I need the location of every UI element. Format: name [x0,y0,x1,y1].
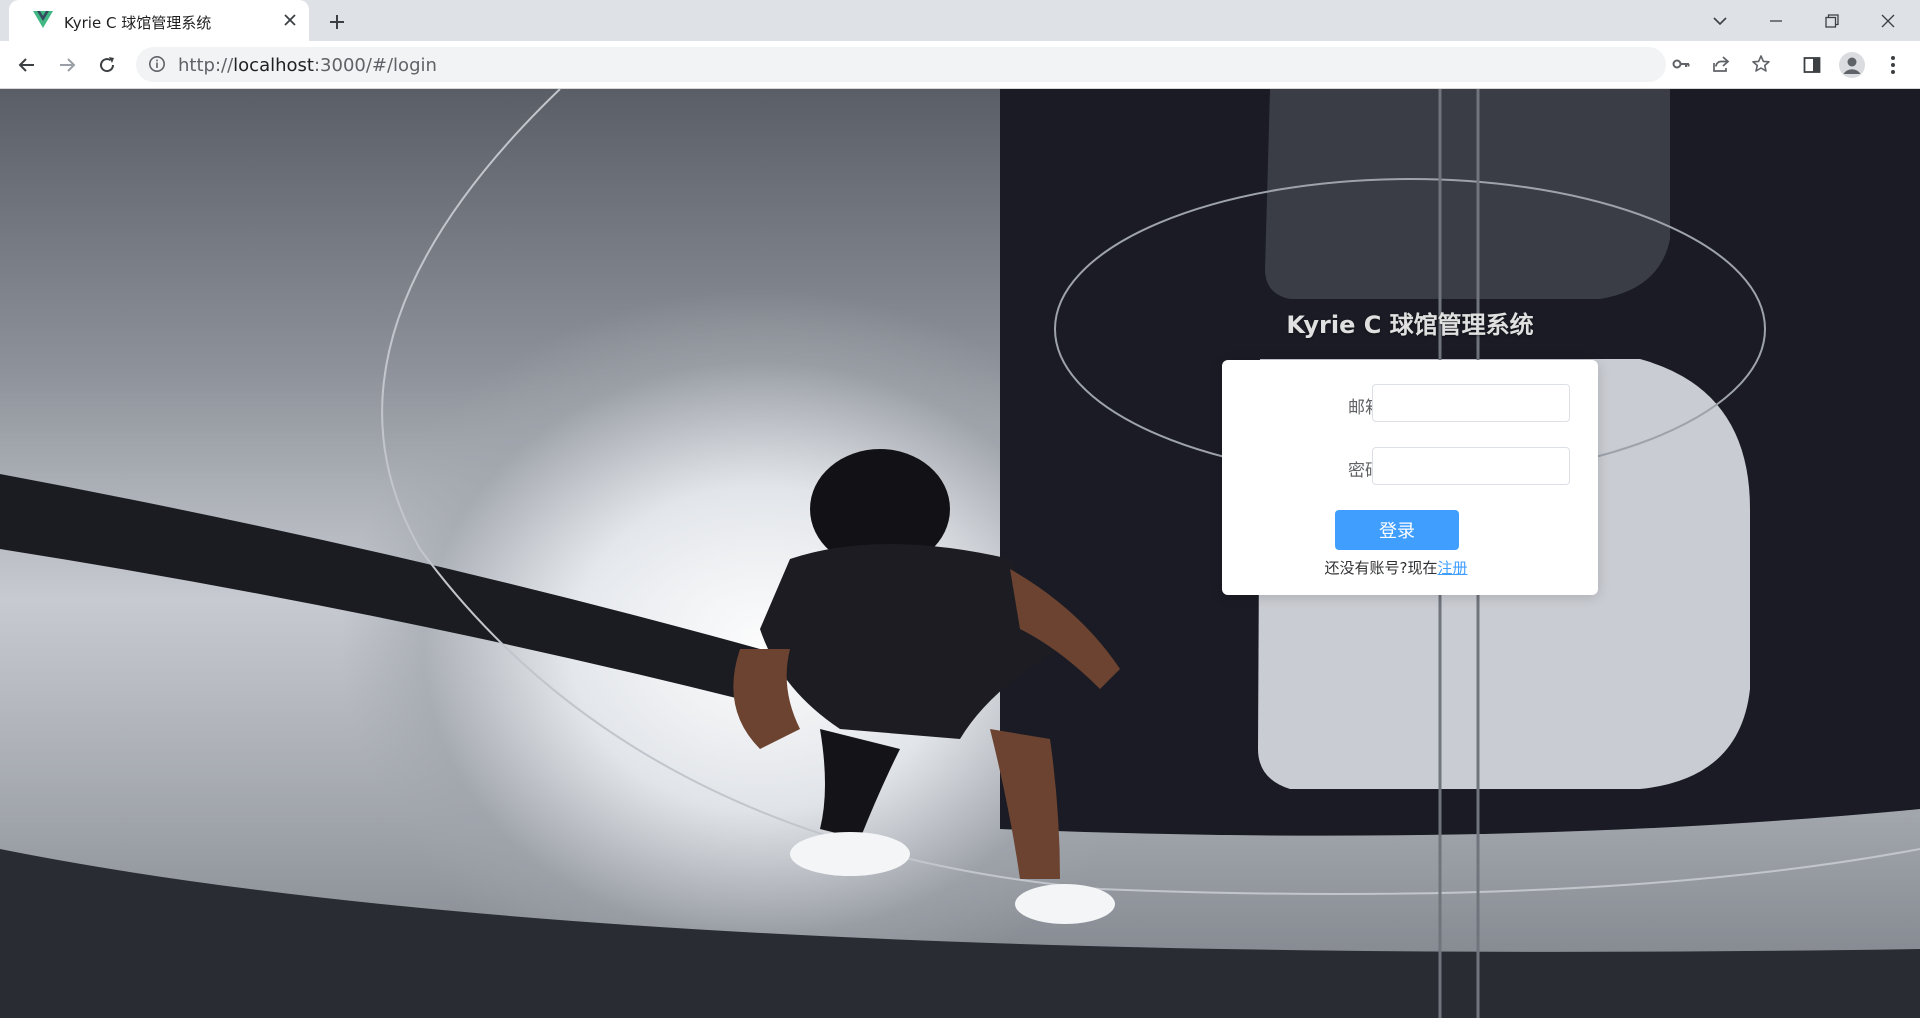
register-link[interactable]: 注册 [1437,559,1467,577]
side-panel-button[interactable] [1800,53,1824,77]
register-prompt-text: 还没有账号?现在 [1324,559,1438,577]
browser-menu-button[interactable] [1881,53,1905,77]
browser-tab[interactable]: Kyrie C 球馆管理系统 [9,0,309,41]
address-bar[interactable]: http://localhost:3000/#/login [136,47,1770,82]
password-field[interactable] [1372,447,1570,485]
reload-icon [100,57,115,73]
tab-title: Kyrie C 球馆管理系统 [64,14,212,32]
email-label: 邮箱 [1348,398,1382,418]
share-icon [1713,56,1730,72]
vue-logo-icon [33,11,53,28]
url-host: localhost [233,55,314,76]
close-icon [1881,14,1895,27]
close-window-button[interactable] [1860,0,1916,41]
password-key-button[interactable] [1670,53,1692,75]
chevron-down-icon [1713,16,1727,25]
minimize-button[interactable] [1748,0,1804,41]
tab-search-button[interactable] [1692,0,1748,41]
minimize-icon [1770,19,1782,22]
info-icon[interactable] [148,55,166,73]
restore-button[interactable] [1804,0,1860,41]
url-path: :3000/#/login [313,55,437,76]
email-field[interactable] [1372,384,1570,422]
page-viewport: Kyrie C 球馆管理系统 邮箱 密码 登录 还没有账号?现在注册 [0,89,1920,1018]
password-label: 密码 [1348,461,1382,481]
close-icon [284,14,296,26]
reload-button[interactable] [93,51,121,79]
url-scheme: http:// [178,55,234,76]
url-text[interactable]: http://localhost:3000/#/login [178,55,437,76]
close-tab-button[interactable] [280,10,300,30]
login-button[interactable]: 登录 [1335,510,1459,550]
profile-icon [1843,57,1861,74]
back-button[interactable] [13,51,41,79]
side-panel-icon [1803,57,1821,73]
new-tab-button[interactable] [325,10,349,34]
login-card: 邮箱 密码 登录 还没有账号?现在注册 [1222,360,1598,595]
arrow-left-icon [18,58,34,72]
bookmark-button[interactable] [1750,53,1772,75]
star-icon [1752,55,1770,72]
forward-button[interactable] [53,51,81,79]
register-prompt: 还没有账号?现在注册 [1222,557,1570,578]
login-title: Kyrie C 球馆管理系统 [1286,311,1534,339]
plus-icon [330,15,344,29]
arrow-right-icon [60,58,76,72]
browser-toolbar: http://localhost:3000/#/login [0,41,1920,89]
tab-strip: Kyrie C 球馆管理系统 [0,0,1920,41]
profile-button[interactable] [1839,52,1865,78]
basketball-court-background [0,89,1920,1018]
kebab-menu-icon [1891,56,1895,74]
key-icon [1672,59,1690,69]
share-button[interactable] [1710,53,1732,75]
restore-icon [1825,13,1839,28]
